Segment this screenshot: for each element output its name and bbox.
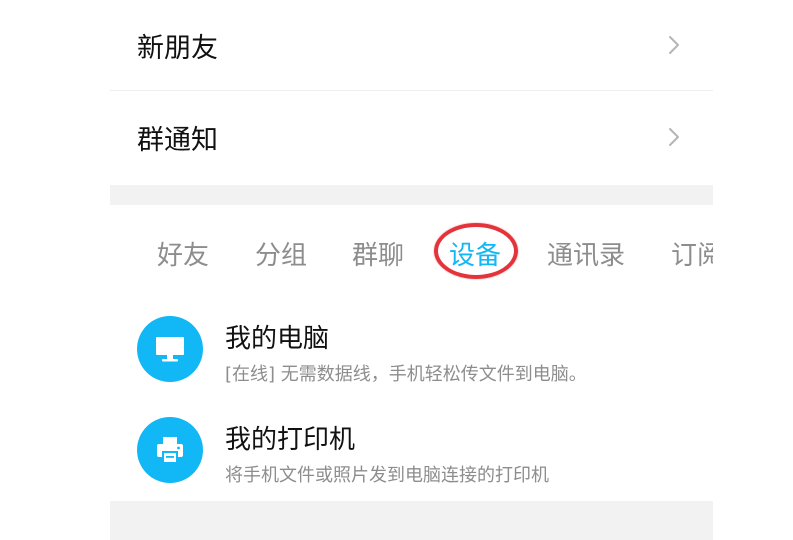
chevron-right-icon <box>669 128 679 146</box>
device-item-my-printer[interactable]: 我的打印机 将手机文件或照片发到电脑连接的打印机 <box>110 411 713 501</box>
highlight-circle-annotation <box>434 223 518 279</box>
new-friends-row[interactable]: 新朋友 <box>110 0 713 91</box>
tab-groups[interactable]: 分组 <box>255 235 307 272</box>
group-notifications-label: 群通知 <box>137 124 218 156</box>
contacts-menu: 新朋友 群通知 <box>110 0 713 185</box>
contacts-tabs-panel: 好友 分组 群聊 设备 通讯录 订阅 我的电脑 [在线] 无需数据线，手机轻松传… <box>110 205 713 501</box>
tab-address-book[interactable]: 通讯录 <box>547 235 625 272</box>
tab-friends[interactable]: 好友 <box>157 235 209 272</box>
contacts-screen: 新朋友 群通知 好友 分组 群聊 设备 通讯录 订阅 我的电脑 [在线] 无需数… <box>110 0 713 540</box>
printer-icon <box>137 417 203 483</box>
tab-group-chats[interactable]: 群聊 <box>352 235 404 272</box>
tab-subscriptions[interactable]: 订阅 <box>671 235 713 272</box>
monitor-icon <box>137 316 203 382</box>
group-notifications-row[interactable]: 群通知 <box>110 92 713 182</box>
device-description: 将手机文件或照片发到电脑连接的打印机 <box>225 465 549 486</box>
new-friends-label: 新朋友 <box>137 32 218 64</box>
chevron-right-icon <box>669 36 679 54</box>
device-item-my-computer[interactable]: 我的电脑 [在线] 无需数据线，手机轻松传文件到电脑。 <box>110 310 713 400</box>
device-title: 我的打印机 <box>225 425 356 455</box>
row-divider <box>110 90 713 91</box>
device-title: 我的电脑 <box>225 324 330 354</box>
device-description: [在线] 无需数据线，手机轻松传文件到电脑。 <box>225 364 587 385</box>
contact-tab-bar: 好友 分组 群聊 设备 通讯录 订阅 <box>110 205 713 300</box>
